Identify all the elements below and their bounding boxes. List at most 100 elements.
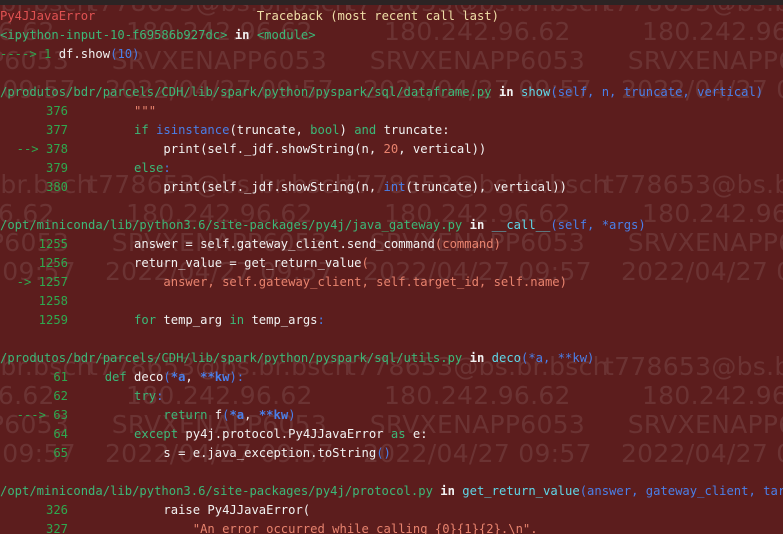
sp	[492, 85, 499, 99]
source-line: 64 except py4j.protocol.Py4JJavaError as…	[0, 425, 783, 444]
star-kwargs: **kw	[200, 370, 230, 384]
source-line-current: --> 378 print(self._jdf.showString(n, 20…	[0, 140, 783, 159]
frame-file-path: /opt/miniconda/lib/python3.6/site-packag…	[0, 484, 433, 498]
frame-file-path: /opt/miniconda/lib/python3.6/site-packag…	[0, 218, 463, 232]
source-code: """	[134, 104, 157, 118]
line-number-value: 65	[53, 446, 68, 460]
sp	[68, 389, 134, 403]
terminal-window[interactable]: t778653@bs.br.bsch 180.242.96.62 SRVXENA…	[0, 0, 783, 534]
paren-close: )	[132, 47, 140, 61]
current-frame-line: ----> 1 df.show(10)	[0, 45, 783, 64]
frame-function-args: (self, *args)	[550, 218, 646, 232]
colon: :	[163, 161, 171, 175]
source-line: 326 raise Py4JJavaError(	[0, 501, 783, 520]
frame-function-args: (answer, gateway_client, target_id, name…	[579, 484, 783, 498]
frame-path-line: /produtos/bdr/parcels/CDH/lib/spark/pyth…	[0, 83, 783, 102]
call-args: (command)	[434, 237, 501, 251]
line-number-value: 64	[53, 427, 68, 441]
frame-arrow: ----> 1	[0, 47, 52, 61]
source-line: 380 print(self._jdf.showString(n, int(tr…	[0, 178, 783, 197]
colon: :	[156, 389, 164, 403]
frame-path-line: /opt/miniconda/lib/python3.6/site-packag…	[0, 482, 783, 501]
sp	[68, 370, 105, 384]
line-number-value: 1255	[38, 237, 68, 251]
traceback-output: Py4JJavaError Traceback (most recent cal…	[0, 7, 783, 534]
kw-return: return	[163, 408, 208, 422]
frame-function-name: deco	[491, 351, 521, 365]
source-code: e:	[405, 427, 428, 441]
star-args: *a	[229, 408, 245, 422]
sp	[68, 446, 163, 460]
paren-close: ):	[229, 370, 245, 384]
kw-if: if	[134, 123, 149, 137]
frame-function-name: show	[521, 85, 551, 99]
kw-in: in	[229, 313, 245, 327]
line-number-value: 377	[45, 123, 68, 137]
frame-file-path: /produtos/bdr/parcels/CDH/lib/spark/pyth…	[0, 85, 492, 99]
traceback-header-line: Py4JJavaError Traceback (most recent cal…	[0, 7, 783, 26]
in-keyword: in	[469, 218, 485, 232]
source-code: raise Py4JJavaError(	[163, 503, 311, 517]
sp	[68, 503, 163, 517]
sp	[462, 218, 469, 232]
line-number-value: 380	[45, 180, 68, 194]
sp	[68, 123, 134, 137]
in-keyword: in	[498, 85, 514, 99]
line-number: 1256	[0, 254, 68, 273]
kw-def: def	[104, 370, 127, 384]
line-number-value: 61	[53, 370, 68, 384]
builtin-print: print	[163, 180, 201, 194]
line-number: 62	[0, 387, 68, 406]
frame-function-name: __call__	[491, 218, 551, 232]
line-number: 379	[0, 159, 68, 178]
kw-else: else	[134, 161, 164, 175]
source-line: 327 "An error occurred while calling {0}…	[0, 520, 783, 534]
source-code: )	[339, 123, 355, 137]
source-line: 376 """	[0, 102, 783, 121]
input-cell-id: <ipython-input-10-f69586b927dc>	[0, 28, 228, 42]
line-number: 61	[0, 368, 68, 387]
line-number: 327	[0, 520, 68, 534]
sp	[68, 408, 163, 422]
source-line: 62 try:	[0, 387, 783, 406]
star-kwargs: **kw	[258, 408, 289, 422]
line-number: 65	[0, 444, 68, 463]
sp	[68, 275, 163, 289]
source-code: f	[207, 408, 223, 422]
line-number-value: ---> 63	[16, 408, 68, 422]
source-line: 1255 answer = self.gateway_client.send_c…	[0, 235, 783, 254]
source-line-current: ---> 63 return f(*a, **kw)	[0, 406, 783, 425]
line-number: ---> 63	[0, 406, 68, 425]
line-number: 1255	[0, 235, 68, 254]
function-name: deco	[126, 370, 164, 384]
string-literal: "An error occurred while calling {0}{1}{…	[192, 522, 538, 534]
line-number: -> 1257	[0, 273, 68, 292]
sp	[227, 28, 234, 42]
source-code: temp_arg	[156, 313, 230, 327]
builtin-print: print	[163, 142, 201, 156]
builtin-int: int	[383, 180, 406, 194]
module-scope: <module>	[256, 28, 316, 42]
line-number: 376	[0, 102, 68, 121]
sp	[68, 104, 134, 118]
frame-file-path: /produtos/bdr/parcels/CDH/lib/spark/pyth…	[0, 351, 463, 365]
line-number-value: 1259	[38, 313, 68, 327]
line-number-value: 62	[53, 389, 68, 403]
line-number: 1259	[0, 311, 68, 330]
in-keyword: in	[440, 484, 455, 498]
line-number-value: 327	[45, 522, 68, 534]
source-line: 1258	[0, 292, 783, 311]
kw-except: except	[134, 427, 179, 441]
line-number-value: 379	[45, 161, 68, 175]
source-code: answer = self.gateway_client.send_comman…	[134, 237, 435, 251]
line-number-value: -> 1257	[16, 275, 68, 289]
frame-function-args: (self, n, truncate, vertical)	[550, 85, 764, 99]
line-number: 1258	[0, 292, 68, 311]
source-code: (truncate,	[229, 123, 311, 137]
source-code: return_value = get_return_value	[134, 256, 362, 270]
line-number-value: --> 378	[16, 142, 68, 156]
kw-and: and	[354, 123, 377, 137]
colon: :	[317, 313, 325, 327]
